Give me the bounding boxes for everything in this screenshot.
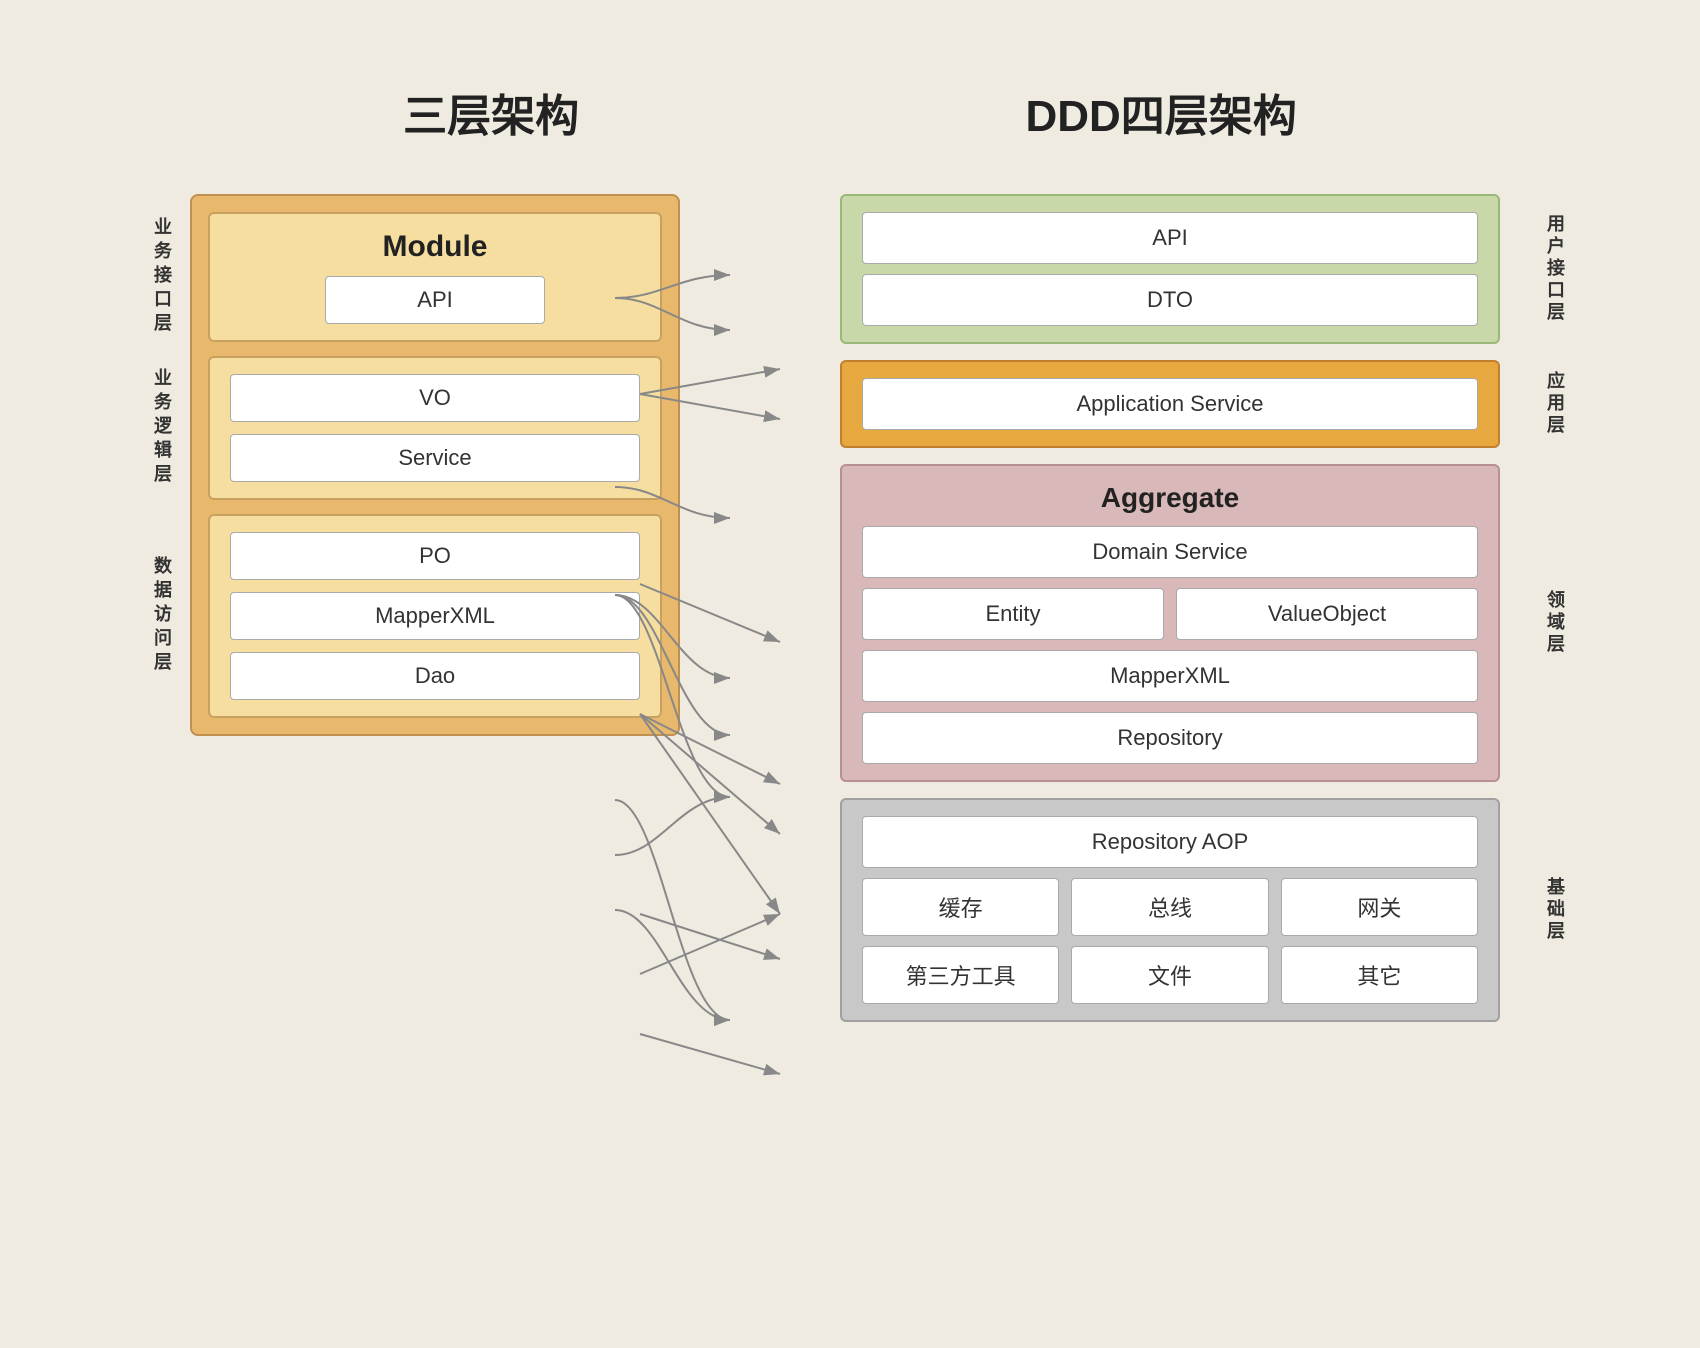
left-title: 三层架构 [403,80,579,144]
repository-aop-box: Repository AOP [862,816,1478,868]
aggregate-title: Aggregate [862,482,1478,514]
ddd-infra-layer: Repository AOP 缓存 总线 网关 第三方工具 文件 其它 基础层 [840,798,1600,1022]
three-layer-container: 业务接口层 Module API 业务逻辑层 VO Service 数据 [190,194,680,736]
mapperxml-box-right: MapperXML [862,650,1478,702]
ddd-appservice-box: Application Service [862,378,1478,430]
gateway-box: 网关 [1281,878,1478,936]
ui-layer-label: 用户接口层 [1510,194,1600,344]
left-layer1-label: 业务接口层 [122,214,202,340]
right-title: DDD四层架构 [1025,80,1296,144]
left-layer-3: 数据访问层 PO MapperXML Dao [208,514,662,718]
left-layer-1: 业务接口层 Module API [208,212,662,342]
other-box: 其它 [1281,946,1478,1004]
module-title: Module [230,230,640,264]
app-layer-label: 应用层 [1510,360,1600,448]
po-box: PO [230,532,640,580]
dao-box: Dao [230,652,640,700]
ddd-app-layer: Application Service 应用层 [840,360,1600,448]
ddd-api-box: API [862,212,1478,264]
ddd-dto-box: DTO [862,274,1478,326]
left-layer-2: 业务逻辑层 VO Service [208,356,662,500]
left-api-box: API [325,276,545,324]
repository-box: Repository [862,712,1478,764]
mapperxml-box-left: MapperXML [230,592,640,640]
domain-layer-label: 领域层 [1510,464,1600,782]
ddd-ui-layer: API DTO 用户接口层 [840,194,1600,344]
vo-box: VO [230,374,640,422]
infra-layer-label: 基础层 [1510,798,1600,1022]
file-box: 文件 [1071,946,1268,1004]
service-box: Service [230,434,640,482]
thirdparty-box: 第三方工具 [862,946,1059,1004]
left-layer2-label: 业务逻辑层 [122,358,202,498]
valueobject-box: ValueObject [1176,588,1478,640]
ddd-domain-layer: Aggregate Domain Service Entity ValueObj… [840,464,1600,782]
domain-service-box: Domain Service [862,526,1478,578]
bus-box: 总线 [1071,878,1268,936]
left-layer3-label: 数据访问层 [122,516,202,716]
entity-box: Entity [862,588,1164,640]
cache-box: 缓存 [862,878,1059,936]
